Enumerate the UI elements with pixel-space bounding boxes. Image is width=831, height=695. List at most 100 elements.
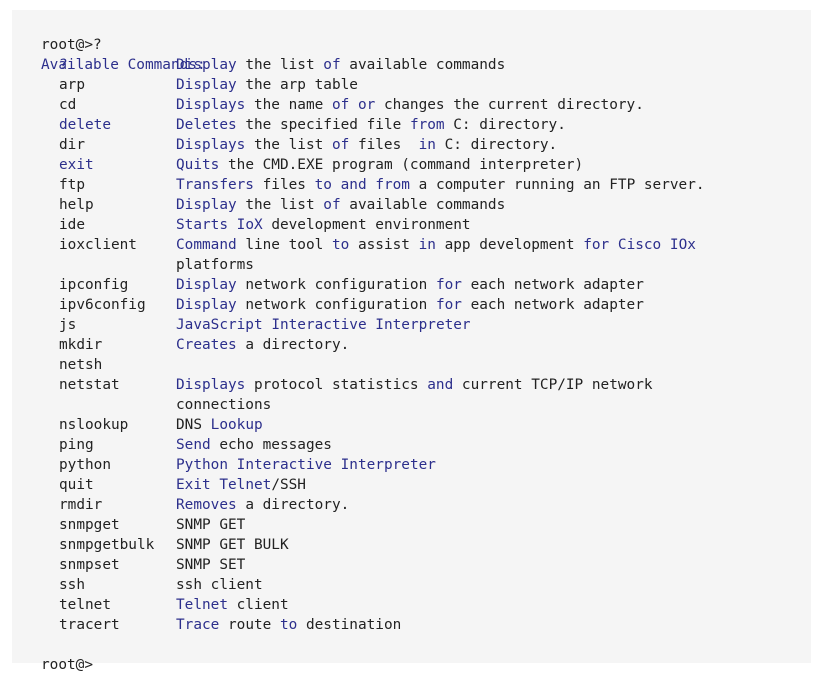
command-name: nslookup	[59, 417, 129, 433]
description-token: network configuration	[236, 277, 436, 293]
description-token: Python	[176, 457, 228, 473]
command-name: arp	[59, 77, 85, 93]
command-description: JavaScript Interactive Interpreter	[176, 315, 471, 335]
description-token	[202, 417, 211, 433]
command-description: Display network configuration for each n…	[176, 295, 644, 315]
description-token: from	[409, 117, 445, 133]
description-token	[228, 217, 237, 233]
description-token: SNMP GET	[176, 517, 246, 533]
command-description: Display the arp table	[176, 75, 358, 95]
description-token: the specified file	[236, 117, 410, 133]
description-token: development environment	[262, 217, 471, 233]
description-token	[332, 177, 341, 193]
description-token	[609, 237, 618, 253]
command-name: ping	[59, 437, 94, 453]
description-token: Displays	[176, 97, 246, 113]
command-description: Deletes the specified file from C: direc…	[176, 115, 566, 135]
description-token: in	[418, 237, 436, 253]
command-row: ipconfig Display network configuration fo…	[12, 275, 811, 295]
description-token: Lookup	[210, 417, 263, 433]
description-token: C: directory.	[444, 117, 566, 133]
description-token	[263, 317, 272, 333]
command-row: dir Displays the list of files in C: dire…	[12, 135, 811, 155]
description-token	[661, 237, 670, 253]
command-row: snmpget SNMP GET	[12, 515, 811, 535]
command-name: dir	[59, 137, 85, 153]
description-token: Starts	[176, 217, 228, 233]
command-row-continuation: platforms	[12, 255, 811, 275]
description-token	[367, 317, 376, 333]
description-token	[349, 97, 358, 113]
description-token: SNMP SET	[176, 557, 246, 573]
command-description: Displays protocol statistics and current…	[176, 375, 653, 395]
command-row: exit Quits the CMD.EXE program (command i…	[12, 155, 811, 175]
command-description-continued: connections	[176, 395, 271, 415]
command-row: ? Display the list of available commands	[12, 55, 811, 75]
prompt-line: root@>?	[12, 15, 811, 53]
description-token: the list	[236, 57, 324, 73]
command-row: netstat Displays protocol statistics and …	[12, 375, 811, 395]
description-token: available commands	[340, 57, 506, 73]
command-name: exit	[59, 157, 94, 173]
description-token: app development	[435, 237, 584, 253]
description-token: Trace	[176, 617, 220, 633]
command-name: ftp	[59, 177, 85, 193]
description-token: IoX	[236, 217, 263, 233]
command-row: telnet Telnet client	[12, 595, 811, 615]
command-row: nslookup DNS Lookup	[12, 415, 811, 435]
description-token	[332, 457, 341, 473]
command-description: Trace route to destination	[176, 615, 401, 635]
description-token: Display	[176, 277, 237, 293]
command-description: Display network configuration for each n…	[176, 275, 644, 295]
command-description: Displays the name of or changes the curr…	[176, 95, 644, 115]
command-name: ipv6config	[59, 297, 146, 313]
description-token: of	[331, 97, 350, 113]
command-description: Send echo messages	[176, 435, 332, 455]
description-token: the name	[245, 97, 332, 113]
command-row: ping Send echo messages	[12, 435, 811, 455]
command-description: Display the list of available commands	[176, 55, 505, 75]
description-token: /SSH	[271, 477, 306, 493]
description-token: changes the current directory.	[375, 97, 644, 113]
description-token: Removes	[176, 497, 237, 513]
command-description-continued: platforms	[176, 255, 254, 275]
command-name: netsh	[59, 357, 103, 373]
description-token: a computer running an FTP server.	[409, 177, 705, 193]
description-token: Interactive	[271, 317, 367, 333]
description-token: C: directory.	[435, 137, 558, 153]
description-token: route	[219, 617, 280, 633]
description-token: the list	[245, 137, 332, 153]
description-token: each network adapter	[461, 277, 644, 293]
prompt-line-bottom: root@>	[12, 635, 811, 673]
command-row: mkdir Creates a directory.	[12, 335, 811, 355]
command-name: ?	[59, 57, 68, 73]
command-description: Creates a directory.	[176, 335, 349, 355]
command-name: snmpget	[59, 517, 120, 533]
command-name: telnet	[59, 597, 111, 613]
description-token: Exit	[176, 477, 211, 493]
command-name: js	[59, 317, 77, 333]
command-row: netsh	[12, 355, 811, 375]
command-row: arp Display the arp table	[12, 75, 811, 95]
command-row: ide Starts IoX development environment	[12, 215, 811, 235]
command-name: help	[59, 197, 94, 213]
command-row: js JavaScript Interactive Interpreter	[12, 315, 811, 335]
description-token: and	[340, 177, 367, 193]
description-token: a directory.	[236, 337, 350, 353]
command-name: tracert	[59, 617, 120, 633]
command-name: mkdir	[59, 337, 103, 353]
description-token: ssh client	[176, 577, 263, 593]
description-token: of	[323, 197, 341, 213]
description-token: a directory.	[236, 497, 350, 513]
description-token: echo messages	[210, 437, 332, 453]
command-row: cd Displays the name of or changes the cu…	[12, 95, 811, 115]
description-token: for	[435, 277, 462, 293]
description-token: Displays	[176, 137, 246, 153]
description-token: Quits	[176, 157, 220, 173]
description-token: files	[253, 177, 315, 193]
command-row: ioxclient Command line tool to assist in …	[12, 235, 811, 255]
terminal-output: root@>? Available Commands: ? Display the…	[12, 10, 811, 673]
command-description: Starts IoX development environment	[176, 215, 471, 235]
description-token: assist	[349, 237, 419, 253]
command-row: tracert Trace route to destination	[12, 615, 811, 635]
